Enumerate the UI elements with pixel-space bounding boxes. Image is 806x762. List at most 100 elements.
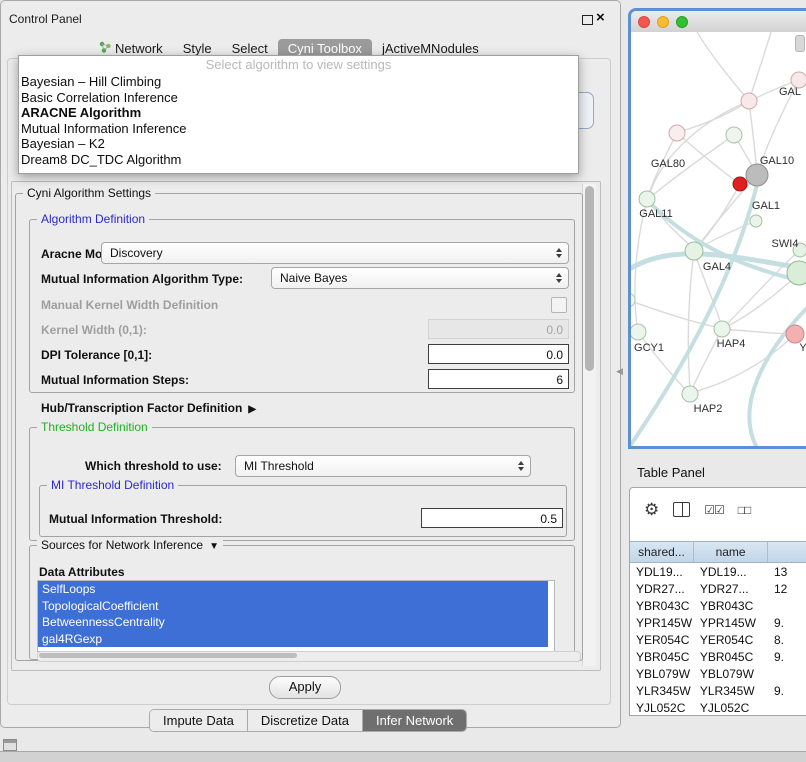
apply-button[interactable]: Apply — [269, 676, 341, 699]
network-node-hap2[interactable] — [682, 386, 698, 402]
node-label: GAL10 — [760, 155, 794, 167]
mi-threshold-label: Mutual Information Threshold: — [49, 512, 222, 526]
table-row[interactable]: YLR345WYLR345W9. — [630, 683, 806, 700]
checked-boxes-icon[interactable]: ☑☑ — [704, 503, 724, 517]
network-canvas[interactable]: GALGAL80GAL10GAL11GAL1SWI4GAL4GCY1HAP4YH… — [631, 32, 806, 446]
algorithm-option-mutual-information-inference[interactable]: Mutual Information Inference — [19, 121, 578, 137]
sources-group-title: Sources for Network Inference — [41, 538, 203, 552]
mi-steps-field[interactable]: 6 — [428, 369, 569, 389]
table-cell: 9. — [768, 683, 806, 700]
network-edge — [701, 221, 756, 247]
network-node[interactable] — [726, 127, 742, 143]
aracne-mode-select[interactable]: Discovery — [101, 242, 569, 264]
gear-icon[interactable]: ⚙ — [644, 501, 659, 518]
network-node-gcy1[interactable] — [631, 324, 646, 340]
tab-infer-network[interactable]: Infer Network — [363, 710, 466, 731]
attribute-item-selfloops[interactable]: SelfLoops — [38, 581, 548, 598]
node-label: GAL1 — [752, 200, 780, 212]
hub-definition-toggle[interactable]: Hub/Transcription Factor Definition▶ — [41, 401, 256, 415]
algorithm-option-bayesian-k2[interactable]: Bayesian – K2 — [19, 136, 578, 152]
column-header-shared[interactable]: shared... — [630, 542, 694, 562]
tab-label: jActiveMNodules — [382, 41, 479, 56]
kernel-width-label: Kernel Width (0,1): — [41, 323, 147, 337]
network-node[interactable] — [787, 261, 806, 285]
float-window-icon[interactable] — [582, 15, 593, 25]
network-node-gal80[interactable] — [669, 125, 685, 141]
column-header-2[interactable] — [768, 542, 806, 562]
canvas-scrollbar-thumb[interactable] — [795, 35, 805, 52]
mi-type-select[interactable]: Naive Bayes — [271, 267, 569, 289]
table-cell: YBR045C — [694, 649, 768, 666]
close-traffic-light-icon[interactable] — [638, 16, 650, 28]
network-edge — [638, 332, 686, 390]
table-cell: YDL19... — [630, 564, 694, 581]
network-edge — [722, 329, 789, 334]
node-label: GAL80 — [651, 158, 685, 170]
column-header-name[interactable]: name — [694, 542, 768, 562]
unchecked-boxes-icon[interactable]: □□ — [738, 503, 751, 517]
table-row[interactable]: YBR045CYBR045C9. — [630, 649, 806, 666]
settings-vertical-scrollbar[interactable] — [582, 184, 596, 666]
which-threshold-select[interactable]: MI Threshold — [235, 455, 531, 477]
network-node[interactable] — [741, 93, 757, 109]
network-node[interactable] — [733, 177, 747, 191]
network-node-hap4[interactable] — [714, 321, 730, 337]
scrollbar-thumb[interactable] — [585, 186, 594, 371]
dpi-tolerance-field[interactable]: 0.0 — [428, 344, 569, 364]
table-row[interactable]: YPR145WYPR145W9. — [630, 615, 806, 632]
panel-splitter-handle[interactable]: ◀ — [616, 366, 623, 377]
table-row[interactable]: YDR27...YDR27...12 — [630, 581, 806, 598]
algorithm-option-dream8-dc-tdc-algorithm[interactable]: Dream8 DC_TDC Algorithm — [19, 152, 578, 168]
attribute-item-topologicalcoefficient[interactable]: TopologicalCoefficient — [38, 598, 548, 615]
kernel-width-field[interactable]: 0.0 — [428, 319, 569, 339]
dpi-tolerance-label: DPI Tolerance [0,1]: — [41, 348, 152, 362]
network-node-gal10[interactable] — [746, 164, 768, 186]
columns-icon[interactable] — [673, 502, 690, 517]
network-view-window: GALGAL80GAL10GAL11GAL1SWI4GAL4GCY1HAP4YH… — [628, 8, 806, 449]
table-cell: YBR043C — [630, 598, 694, 615]
mi-threshold-field[interactable]: 0.5 — [421, 508, 563, 528]
bottom-tab-bar: Impute DataDiscretize DataInfer Network — [149, 709, 467, 732]
network-window-titlebar[interactable] — [631, 11, 806, 33]
combo-arrows-icon — [518, 461, 524, 471]
attributes-horizontal-scrollbar[interactable] — [37, 651, 581, 662]
network-node-gal11[interactable] — [639, 191, 655, 207]
table-cell: YDR27... — [630, 581, 694, 598]
tab-impute-data[interactable]: Impute Data — [150, 710, 248, 731]
table-row[interactable]: YBL079WYBL079W — [630, 666, 806, 683]
algorithm-option-bayesian-hill-climbing[interactable]: Bayesian – Hill Climbing — [19, 74, 578, 90]
algorithm-option-basic-correlation-inference[interactable]: Basic Correlation Inference — [19, 90, 578, 106]
tab-label: Network — [115, 41, 163, 56]
table-cell: YDL19... — [694, 564, 768, 581]
table-row[interactable]: YDL19...YDL19...13 — [630, 564, 806, 581]
mi-type-value: Naive Bayes — [280, 271, 347, 285]
minimized-panel-icon[interactable] — [3, 739, 17, 751]
table-row[interactable]: YBR043CYBR043C — [630, 598, 806, 615]
table-cell: YPR145W — [630, 615, 694, 632]
network-edge — [697, 32, 749, 101]
table-cell — [768, 598, 806, 615]
algorithm-option-aracne-algorithm[interactable]: ARACNE Algorithm — [19, 105, 578, 121]
tab-label: Style — [183, 41, 212, 56]
network-node-gal4[interactable] — [685, 242, 703, 260]
table-row[interactable]: YJL052CYJL052C — [630, 700, 806, 715]
close-icon[interactable]: × — [596, 10, 605, 26]
network-node-y[interactable] — [786, 325, 804, 343]
attribute-item-betweennesscentrality[interactable]: BetweennessCentrality — [38, 614, 548, 631]
minimize-traffic-light-icon[interactable] — [657, 16, 669, 28]
sources-group-toggle[interactable]: Sources for Network Inference▼ — [37, 538, 223, 552]
network-edge-highlighted — [749, 298, 806, 448]
table-row[interactable]: YER054CYER054C8. — [630, 632, 806, 649]
attribute-item-gal4rgexp[interactable]: gal4RGexp — [38, 631, 548, 648]
tab-discretize-data[interactable]: Discretize Data — [248, 710, 363, 731]
data-attributes-list[interactable]: SelfLoopsTopologicalCoefficientBetweenne… — [37, 580, 555, 652]
network-node-gal1[interactable] — [750, 215, 762, 227]
table-header: shared...name — [630, 541, 806, 563]
manual-kernel-checkbox[interactable] — [551, 297, 567, 313]
table-cell: YER054C — [630, 632, 694, 649]
table-cell: 13 — [768, 564, 806, 581]
scrollbar-thumb[interactable] — [39, 653, 297, 658]
aracne-mode-value: Discovery — [110, 246, 163, 260]
zoom-traffic-light-icon[interactable] — [676, 16, 688, 28]
threshold-definition-title: Threshold Definition — [37, 420, 152, 434]
